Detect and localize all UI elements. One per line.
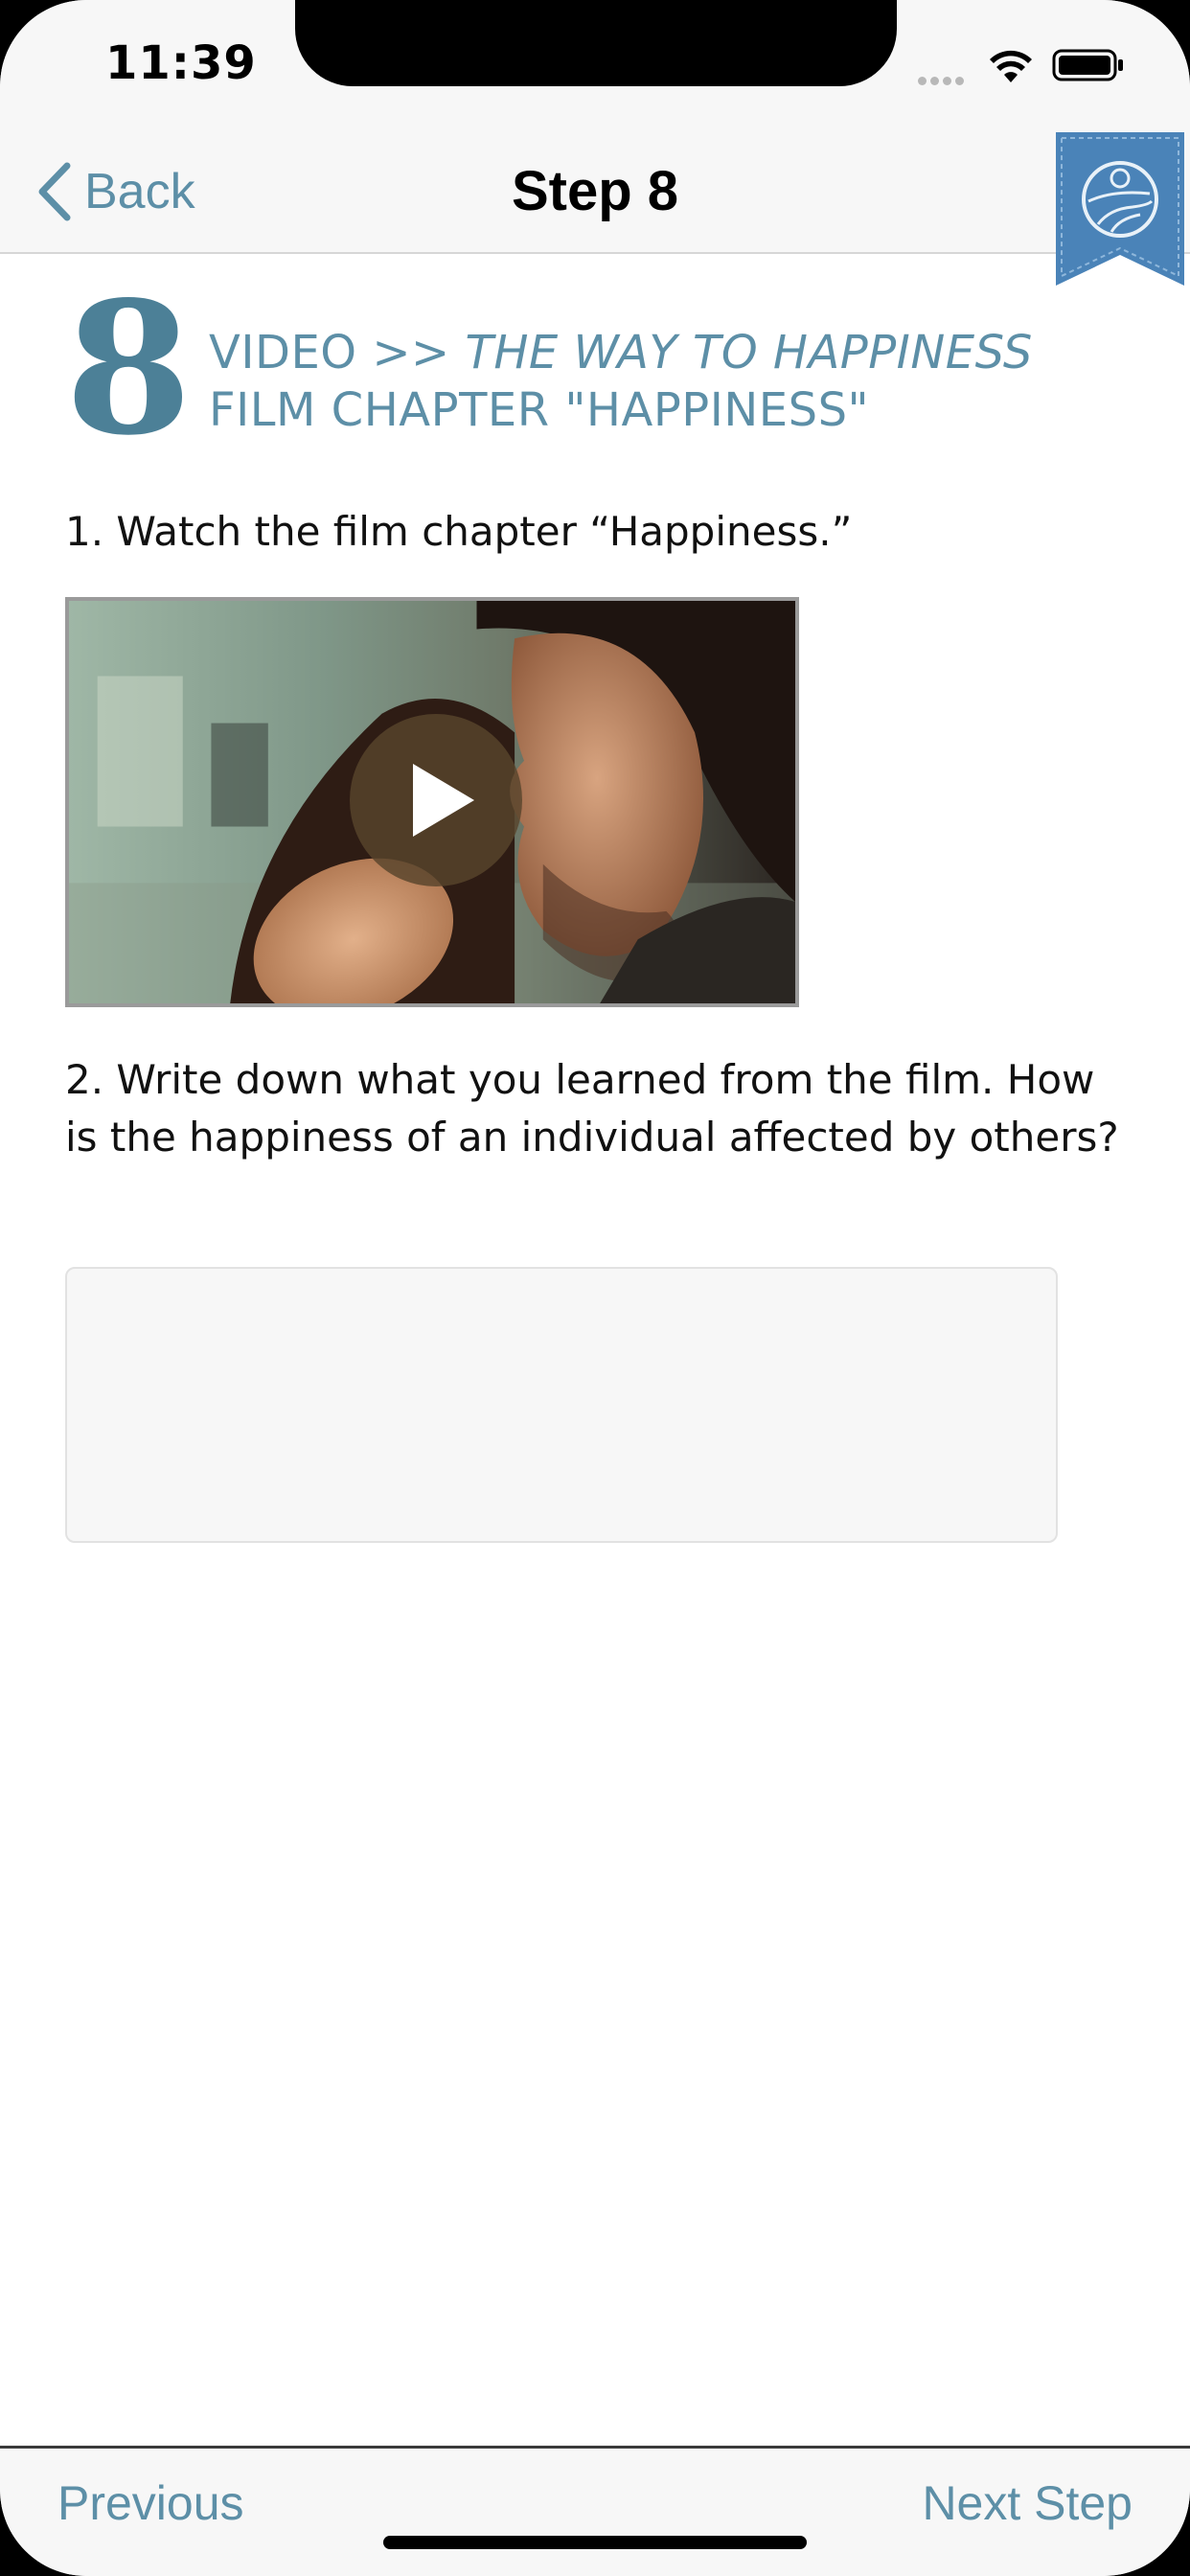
instruction-2: 2. Write down what you learned from the … (65, 1056, 1119, 1161)
answer-text-area[interactable] (65, 1267, 1058, 1543)
navigation-bar: Step 8 Back (0, 129, 1190, 254)
wifi-icon (990, 50, 1032, 82)
step-header: 8 VIDEO >> THE WAY TO HAPPINESS FILM CHA… (65, 278, 1129, 460)
back-label: Back (84, 164, 195, 219)
status-time: 11:39 (105, 36, 257, 90)
instruction-1: 1. Watch the film chapter “Happiness.” (65, 508, 853, 555)
play-icon (413, 764, 474, 837)
play-button[interactable] (350, 714, 522, 886)
step-heading-suffix: FILM CHAPTER "HAPPINESS" (209, 383, 870, 437)
home-indicator (383, 2536, 807, 2549)
chevron-left-icon (38, 162, 71, 221)
cellular-signal-icon (918, 71, 968, 89)
step-heading-prefix: VIDEO >> (209, 326, 466, 380)
app-screen: 11:39 Step 8 Back 8 VIDEO >> THE WAY TO … (0, 0, 1190, 2576)
next-step-button[interactable]: Next Step (922, 2475, 1133, 2531)
battery-icon (1052, 49, 1123, 81)
bookmark-ribbon-icon[interactable] (1056, 132, 1184, 286)
status-bar: 11:39 (0, 0, 1190, 129)
previous-button[interactable]: Previous (57, 2475, 244, 2531)
step-heading-film-title: THE WAY TO HAPPINESS (465, 326, 1033, 380)
step-heading: VIDEO >> THE WAY TO HAPPINESS FILM CHAPT… (209, 324, 1129, 439)
back-button[interactable]: Back (34, 158, 195, 225)
video-thumbnail[interactable] (65, 597, 799, 1007)
device-notch (295, 0, 897, 86)
bottom-toolbar: Previous Next Step (0, 2446, 1190, 2576)
step-number: 8 (65, 262, 193, 475)
